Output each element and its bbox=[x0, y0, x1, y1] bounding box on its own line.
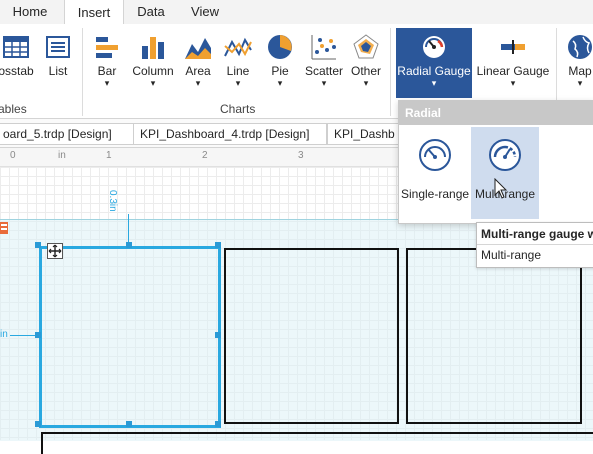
tooltip-title: Multi-range gauge wi bbox=[481, 227, 593, 241]
tooltip-body: Multi-range bbox=[481, 248, 542, 262]
single-range-gauge-icon bbox=[419, 139, 451, 171]
multi-range-gauge-icon bbox=[489, 139, 521, 171]
tab-data[interactable]: Data bbox=[126, 0, 176, 24]
resize-handle[interactable] bbox=[126, 421, 132, 427]
scatter-label: Scatter bbox=[304, 64, 343, 78]
area-chart-icon bbox=[185, 38, 211, 59]
other-chart-button[interactable]: Other ▾ bbox=[348, 24, 384, 96]
ruler-number: 3 bbox=[298, 150, 304, 161]
vertical-measure-label: 0.3in bbox=[107, 190, 118, 212]
crosstab-icon bbox=[3, 36, 29, 58]
doc-tab-kpi-5[interactable]: oard_5.trdp [Design] bbox=[0, 123, 134, 145]
section-grid-icon bbox=[0, 222, 8, 234]
chevron-down-icon: ▾ bbox=[195, 78, 201, 88]
resize-handle[interactable] bbox=[215, 421, 221, 427]
tab-view[interactable]: View bbox=[180, 0, 230, 24]
group-separator bbox=[390, 28, 391, 116]
measure-line bbox=[128, 214, 129, 244]
dropdown-header-label: Radial bbox=[405, 106, 442, 120]
resize-handle[interactable] bbox=[35, 421, 41, 427]
chevron-down-icon: ▾ bbox=[510, 78, 516, 88]
column-chart-button[interactable]: Column ▾ bbox=[130, 24, 176, 96]
list-icon bbox=[46, 36, 70, 58]
line-chart-icon bbox=[224, 37, 252, 57]
list-button[interactable]: List bbox=[40, 24, 76, 96]
chevron-down-icon: ▾ bbox=[431, 78, 437, 88]
scatter-chart-button[interactable]: Scatter ▾ bbox=[302, 24, 346, 96]
move-handle-icon[interactable] bbox=[47, 243, 63, 259]
gauge-panel[interactable] bbox=[224, 248, 399, 424]
radial-gauge-button[interactable]: Radial Gauge ▾ bbox=[396, 28, 472, 98]
line-chart-button[interactable]: Line ▾ bbox=[220, 24, 256, 96]
column-label: Column bbox=[132, 64, 174, 78]
gauge-panel[interactable] bbox=[406, 248, 582, 424]
multi-range-gauge-option[interactable]: Multi-range bbox=[471, 127, 539, 219]
crosstab-label: osstab bbox=[0, 64, 34, 78]
horizontal-ruler: 0 in 1 2 3 bbox=[0, 148, 400, 167]
pie-chart-button[interactable]: Pie ▾ bbox=[262, 24, 298, 96]
group-separator bbox=[82, 28, 83, 116]
line-label: Line bbox=[226, 64, 250, 78]
measure-line bbox=[10, 335, 38, 336]
tab-insert[interactable]: Insert bbox=[64, 0, 124, 25]
tab-home[interactable]: Home bbox=[0, 0, 60, 24]
bar-label: Bar bbox=[97, 64, 117, 78]
ruler-number: 1 bbox=[106, 150, 112, 161]
chevron-down-icon: ▾ bbox=[577, 78, 583, 88]
resize-handle[interactable] bbox=[215, 332, 221, 338]
globe-icon bbox=[568, 35, 592, 59]
resize-handle[interactable] bbox=[215, 242, 221, 248]
chevron-down-icon: ▾ bbox=[150, 78, 156, 88]
chevron-down-icon: ▾ bbox=[104, 78, 110, 88]
radial-gauge-label: Radial Gauge bbox=[397, 64, 471, 78]
selected-gauge-panel[interactable] bbox=[39, 246, 221, 428]
resize-handle[interactable] bbox=[35, 332, 41, 338]
document-tab-bar: oard_5.trdp [Design] KPI_Dashboard_4.trd… bbox=[0, 119, 401, 148]
crosstab-button[interactable]: osstab bbox=[0, 24, 38, 96]
doc-tab-kpi-other[interactable]: KPI_Dashb bbox=[327, 123, 401, 145]
radial-gauge-dropdown: Radial Single-range Multi-range bbox=[398, 100, 593, 224]
pie-chart-icon bbox=[268, 35, 292, 59]
mouse-cursor-icon bbox=[494, 178, 508, 199]
linear-gauge-icon bbox=[501, 40, 525, 54]
radial-gauge-icon bbox=[423, 36, 445, 58]
other-label: Other bbox=[350, 64, 381, 78]
map-label: Map bbox=[568, 64, 592, 78]
linear-gauge-label: Linear Gauge bbox=[476, 64, 550, 78]
area-chart-button[interactable]: Area ▾ bbox=[180, 24, 216, 96]
chevron-down-icon: ▾ bbox=[363, 78, 369, 88]
charts-group-label: Charts bbox=[220, 102, 256, 116]
area-label: Area bbox=[185, 64, 211, 78]
ruler-number: 2 bbox=[202, 150, 208, 161]
gauge-panel-row[interactable] bbox=[41, 432, 593, 454]
ruler-unit: in bbox=[58, 150, 66, 161]
doc-tab-kpi-4[interactable]: KPI_Dashboard_4.trdp [Design] bbox=[133, 123, 327, 145]
tables-group-label: ables bbox=[0, 102, 27, 116]
tooltip: Multi-range gauge wi Multi-range bbox=[476, 222, 593, 268]
left-measure-label: in bbox=[0, 329, 8, 340]
radar-chart-icon bbox=[353, 34, 379, 59]
map-button[interactable]: Map ▾ bbox=[562, 24, 593, 96]
bar-chart-button[interactable]: Bar ▾ bbox=[88, 24, 126, 96]
single-range-gauge-option[interactable]: Single-range bbox=[401, 127, 469, 219]
ribbon-tab-bar: Home Insert Data View bbox=[0, 0, 593, 25]
chevron-down-icon: ▾ bbox=[277, 78, 283, 88]
tooltip-divider bbox=[477, 244, 593, 245]
linear-gauge-button[interactable]: Linear Gauge ▾ bbox=[474, 24, 552, 96]
chevron-down-icon: ▾ bbox=[321, 78, 327, 88]
ruler-number: 0 bbox=[10, 150, 16, 161]
scatter-chart-icon bbox=[311, 35, 336, 60]
pie-label: Pie bbox=[271, 64, 289, 78]
resize-handle[interactable] bbox=[126, 242, 132, 248]
list-label: List bbox=[48, 64, 68, 78]
column-chart-icon bbox=[142, 37, 164, 59]
single-range-label: Single-range bbox=[401, 187, 470, 201]
bar-chart-icon bbox=[96, 37, 118, 58]
resize-handle[interactable] bbox=[35, 242, 41, 248]
chevron-down-icon: ▾ bbox=[235, 78, 241, 88]
dropdown-header: Radial bbox=[399, 101, 593, 125]
